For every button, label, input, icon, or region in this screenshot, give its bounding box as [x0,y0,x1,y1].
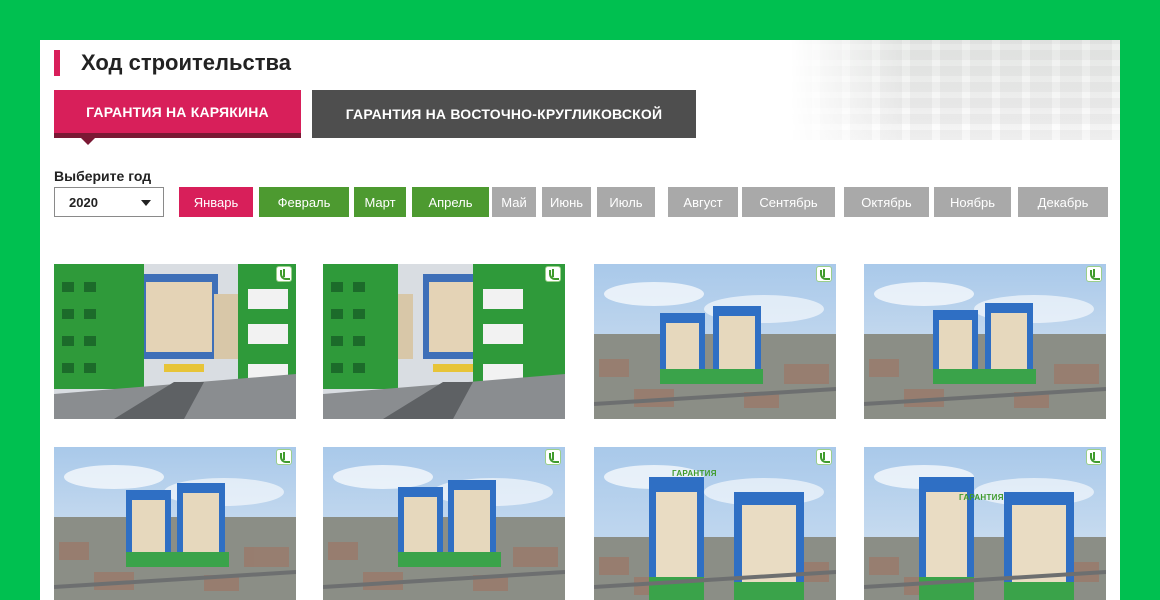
title-accent-bar [54,50,60,76]
developer-logo-icon [1086,449,1102,465]
developer-logo-icon [816,266,832,282]
month-button-february[interactable]: Февраль [259,187,349,217]
month-button-january[interactable]: Январь [179,187,253,217]
photo-thumbnail[interactable] [594,264,836,419]
title-row: Ход строительства [54,50,291,76]
photo-thumbnail[interactable] [323,264,565,419]
developer-logo-icon [276,266,292,282]
month-button-march[interactable]: Март [354,187,406,217]
year-select[interactable]: 2020 [54,187,164,217]
month-button-june: Июнь [542,187,591,217]
developer-logo-icon [545,449,561,465]
photo-thumbnail[interactable]: ГАРАНТИЯ [594,447,836,600]
photo-thumbnail[interactable] [323,447,565,600]
caret-down-icon [141,200,151,206]
photo-thumbnail[interactable] [54,264,296,419]
building-sign-text: ГАРАНТИЯ [959,493,1004,502]
tab-vostochno-kruglikovskaya[interactable]: ГАРАНТИЯ НА ВОСТОЧНО-КРУГЛИКОВСКОЙ [312,90,696,138]
developer-logo-icon [545,266,561,282]
construction-progress-panel: Ход строительства ГАРАНТИЯ НА КАРЯКИНА Г… [40,40,1120,600]
header-backdrop-image [790,40,1120,140]
year-label: Выберите год [54,168,152,184]
month-button-december: Декабрь [1018,187,1108,217]
year-select-value: 2020 [69,194,98,210]
month-button-november: Ноябрь [934,187,1011,217]
tab-karyakina[interactable]: ГАРАНТИЯ НА КАРЯКИНА [54,90,301,145]
month-button-july: Июль [597,187,655,217]
developer-logo-icon [1086,266,1102,282]
developer-logo-icon [276,449,292,465]
month-button-may: Май [492,187,536,217]
month-button-september: Сентябрь [742,187,835,217]
photo-thumbnail[interactable]: ГАРАНТИЯ [864,447,1106,600]
photo-thumbnail[interactable] [54,447,296,600]
object-tabs: ГАРАНТИЯ НА КАРЯКИНА ГАРАНТИЯ НА ВОСТОЧН… [54,90,696,145]
month-button-august: Август [668,187,738,217]
month-button-october: Октябрь [844,187,929,217]
page-title: Ход строительства [81,50,292,75]
month-button-april[interactable]: Апрель [412,187,489,217]
building-sign-text: ГАРАНТИЯ [672,469,717,478]
developer-logo-icon [816,449,832,465]
photo-thumbnail[interactable] [864,264,1106,419]
